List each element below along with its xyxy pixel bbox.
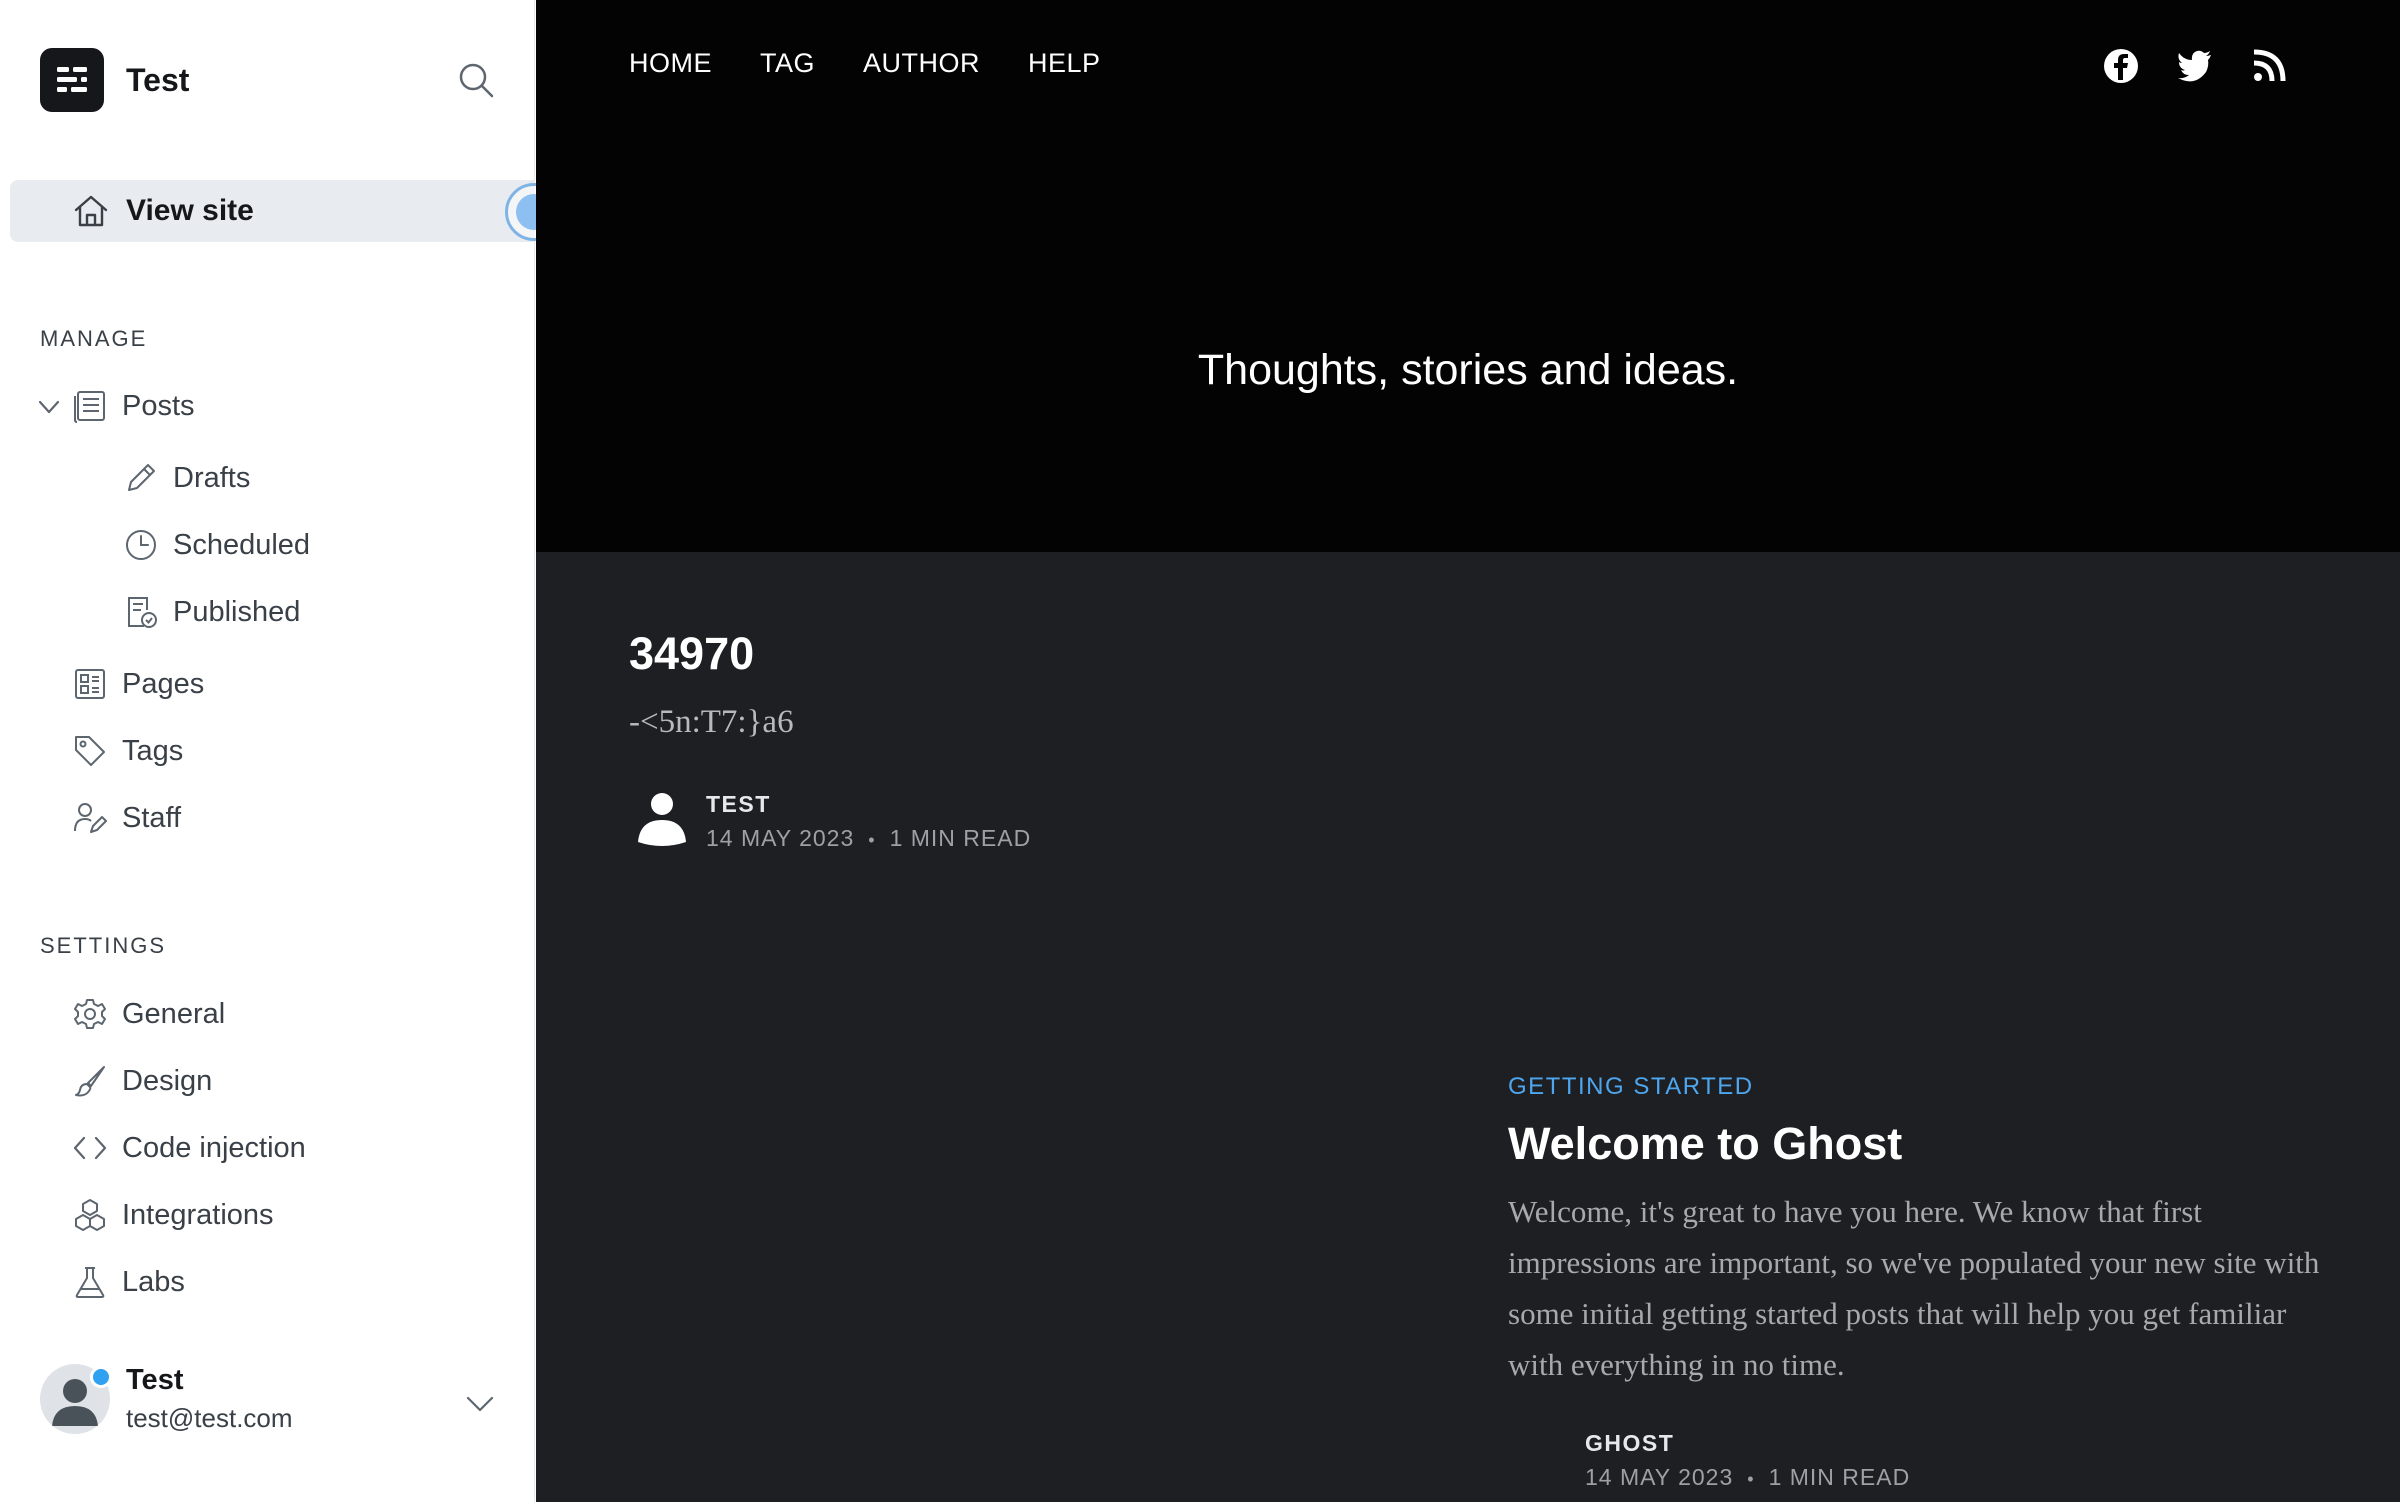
site-preview: HOME TAG AUTHOR HELP Thoughts, stories a… xyxy=(536,0,2400,1502)
chevron-down-icon[interactable] xyxy=(464,1388,496,1420)
pencil-icon xyxy=(123,460,159,496)
home-icon xyxy=(72,192,110,230)
sidebar-item-label: Tags xyxy=(122,734,184,767)
post-reading-time: 1 MIN READ xyxy=(889,825,1032,851)
posts-icon xyxy=(72,388,108,424)
sidebar-item-label: Scheduled xyxy=(173,528,311,561)
sidebar-item-integrations[interactable]: Integrations xyxy=(72,1190,274,1240)
site-nav: HOME TAG AUTHOR HELP xyxy=(629,48,1149,79)
nav-author-link[interactable]: AUTHOR xyxy=(863,48,980,79)
sidebar-item-pages[interactable]: Pages xyxy=(72,659,204,709)
meta-separator: • xyxy=(1747,1469,1755,1489)
tag-icon xyxy=(72,733,108,769)
sidebar-item-label: Design xyxy=(122,1064,213,1097)
post-title[interactable]: 34970 xyxy=(629,628,754,680)
rss-icon[interactable] xyxy=(2249,46,2289,86)
sidebar-item-code-injection[interactable]: Code injection xyxy=(72,1123,306,1173)
post-date: 14 MAY 2023 xyxy=(1585,1464,1734,1490)
sidebar-item-label: Pages xyxy=(122,667,205,700)
site-hero: HOME TAG AUTHOR HELP Thoughts, stories a… xyxy=(536,0,2400,552)
gear-icon xyxy=(72,996,108,1032)
notification-dot xyxy=(90,1366,112,1388)
post-meta: 14 MAY 2023 • 1 MIN READ xyxy=(1585,1464,1910,1491)
twitter-icon[interactable] xyxy=(2175,46,2215,86)
sidebar-item-label: Posts xyxy=(122,389,195,422)
sidebar-item-scheduled[interactable]: Scheduled xyxy=(123,520,310,570)
sidebar-item-label: Labs xyxy=(122,1265,185,1298)
meta-separator: • xyxy=(868,830,876,850)
sidebar-item-label: Drafts xyxy=(173,461,251,494)
site-tagline: Thoughts, stories and ideas. xyxy=(1197,346,1739,394)
search-icon[interactable] xyxy=(456,60,496,100)
brush-icon xyxy=(72,1063,108,1099)
site-logo-icon xyxy=(40,48,104,112)
post-excerpt[interactable]: -<5n:T7:}a6 xyxy=(629,704,794,741)
pages-icon xyxy=(72,666,108,702)
post-author[interactable]: TEST xyxy=(706,791,771,818)
view-site-link[interactable]: View site xyxy=(10,180,535,242)
facebook-icon[interactable] xyxy=(2101,46,2141,86)
staff-icon xyxy=(72,800,108,836)
view-site-label: View site xyxy=(126,194,254,227)
sidebar-item-label: Published xyxy=(173,595,301,628)
sidebar-item-published[interactable]: Published xyxy=(123,587,300,637)
post-meta: 14 MAY 2023 • 1 MIN READ xyxy=(706,825,1031,852)
published-icon xyxy=(123,594,159,630)
clock-icon xyxy=(123,527,159,563)
post-reading-time: 1 MIN READ xyxy=(1768,1464,1911,1490)
integrations-icon xyxy=(72,1197,108,1233)
code-icon xyxy=(72,1130,108,1166)
flask-icon xyxy=(72,1264,108,1300)
sidebar-item-label: Code injection xyxy=(122,1131,306,1164)
nav-tag-link[interactable]: TAG xyxy=(760,48,815,79)
post-author[interactable]: GHOST xyxy=(1585,1430,1674,1457)
sidebar-item-staff[interactable]: Staff xyxy=(72,793,181,843)
post-date: 14 MAY 2023 xyxy=(706,825,855,851)
post-title[interactable]: Welcome to Ghost xyxy=(1508,1118,1902,1170)
post-excerpt[interactable]: Welcome, it's great to have you here. We… xyxy=(1508,1186,2338,1390)
sidebar-item-label: General xyxy=(122,997,226,1030)
nav-home-link[interactable]: HOME xyxy=(629,48,712,79)
user-menu[interactable]: Test test@test.com xyxy=(40,1364,293,1434)
sidebar-item-labs[interactable]: Labs xyxy=(72,1257,185,1307)
settings-heading: SETTINGS xyxy=(40,933,167,958)
posts-collapse-chevron-icon[interactable] xyxy=(36,394,62,420)
sidebar-item-general[interactable]: General xyxy=(72,989,225,1039)
sidebar-item-drafts[interactable]: Drafts xyxy=(123,453,250,503)
post-tag[interactable]: GETTING STARTED xyxy=(1508,1073,1754,1101)
sidebar-item-tags[interactable]: Tags xyxy=(72,726,183,776)
sidebar-item-posts[interactable]: Posts xyxy=(72,381,195,431)
sidebar-item-label: Staff xyxy=(122,801,182,834)
sidebar-item-design[interactable]: Design xyxy=(72,1056,212,1106)
site-brand[interactable]: Test xyxy=(40,48,189,112)
author-avatar-icon[interactable] xyxy=(634,788,690,848)
site-name: Test xyxy=(126,61,190,98)
user-name: Test xyxy=(126,1364,184,1396)
admin-sidebar: Test View site MANAGE Posts Drafts Sched… xyxy=(0,0,563,1502)
sidebar-item-label: Integrations xyxy=(122,1198,274,1231)
user-email: test@test.com xyxy=(126,1403,293,1433)
nav-help-link[interactable]: HELP xyxy=(1028,48,1101,79)
manage-heading: MANAGE xyxy=(40,326,148,351)
